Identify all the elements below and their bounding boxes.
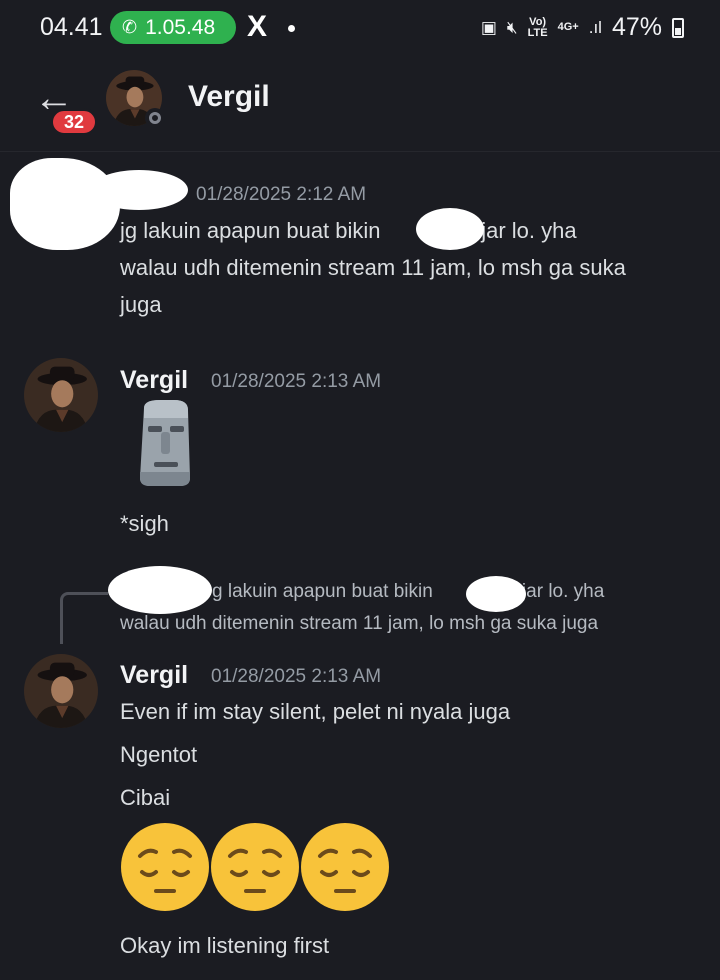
reply-line: walau udh ditemenin stream 11 jam, lo ms… — [120, 613, 599, 634]
message-line: Even if im stay silent, pelet ni nyala j… — [120, 699, 511, 724]
screen-record-icon: ▣ — [480, 17, 497, 37]
offline-status-icon — [145, 108, 165, 128]
moai-emoji-icon — [130, 398, 200, 488]
message-line: Okay im listening first — [120, 933, 330, 958]
message-line: juga — [120, 292, 162, 317]
mute-icon: 🔇︎ — [506, 17, 518, 37]
unread-badge: 32 — [50, 108, 98, 136]
author-name[interactable]: Vergil — [120, 366, 188, 395]
reply-connector — [60, 592, 108, 644]
redacted-author-name — [90, 170, 188, 210]
author-name[interactable]: Vergil — [120, 661, 188, 690]
volte-indicator: Vo) LTE — [527, 15, 548, 39]
x-app-icon: X — [247, 10, 268, 43]
pensive-face-emoji-icon — [210, 822, 300, 912]
status-right: ▣ 🔇︎ Vo) LTE 4G+ .ıl 47% — [481, 13, 684, 42]
status-time: 04.41 — [40, 13, 103, 41]
redacted-word — [416, 208, 484, 250]
battery-percent: 47% — [611, 13, 662, 41]
ongoing-call-pill[interactable]: ✆ 1.05.48 — [110, 11, 236, 44]
message-line: walau udh ditemenin stream 11 jam, lo ms… — [120, 255, 626, 280]
contact-name[interactable]: Vergil — [188, 80, 270, 114]
message-text: *sigh — [120, 511, 169, 536]
message-timestamp: 01/28/2025 2:12 AM — [196, 184, 367, 205]
call-duration: 1.05.48 — [145, 15, 216, 39]
status-bar: 04.41 ✆ 1.05.48 X ▣ 🔇︎ Vo) LTE 4G+ .ıl 47… — [0, 0, 720, 56]
battery-icon — [672, 17, 684, 38]
message-line: Cibai — [120, 785, 171, 810]
message-timestamp: 01/28/2025 2:13 AM — [211, 371, 382, 392]
message-line: jg lakuin apapun buat bikin — [120, 218, 381, 243]
phone-icon: ✆ — [122, 17, 138, 37]
pensive-face-emoji-icon — [300, 822, 390, 912]
pensive-face-emoji-icon — [120, 822, 210, 912]
notification-dot-icon — [288, 25, 295, 32]
redacted-word — [466, 576, 526, 612]
signal-icon: .ıl — [588, 17, 602, 37]
author-avatar[interactable] — [24, 358, 98, 432]
author-avatar[interactable] — [24, 654, 98, 728]
reply-line: g lakuin apapun buat bikin — [212, 581, 433, 602]
network-type: 4G+ — [557, 21, 579, 33]
chat-header: ← 32 Vergil — [0, 56, 720, 152]
message-line: Ngentot — [120, 742, 198, 767]
reply-preview[interactable]: g lakuin apapun buat bikin gejar lo. yha … — [120, 576, 604, 640]
message-body: jg lakuin apapun buat bikin ngejar lo. yh… — [120, 212, 626, 323]
message-timestamp: 01/28/2025 2:13 AM — [211, 666, 382, 687]
